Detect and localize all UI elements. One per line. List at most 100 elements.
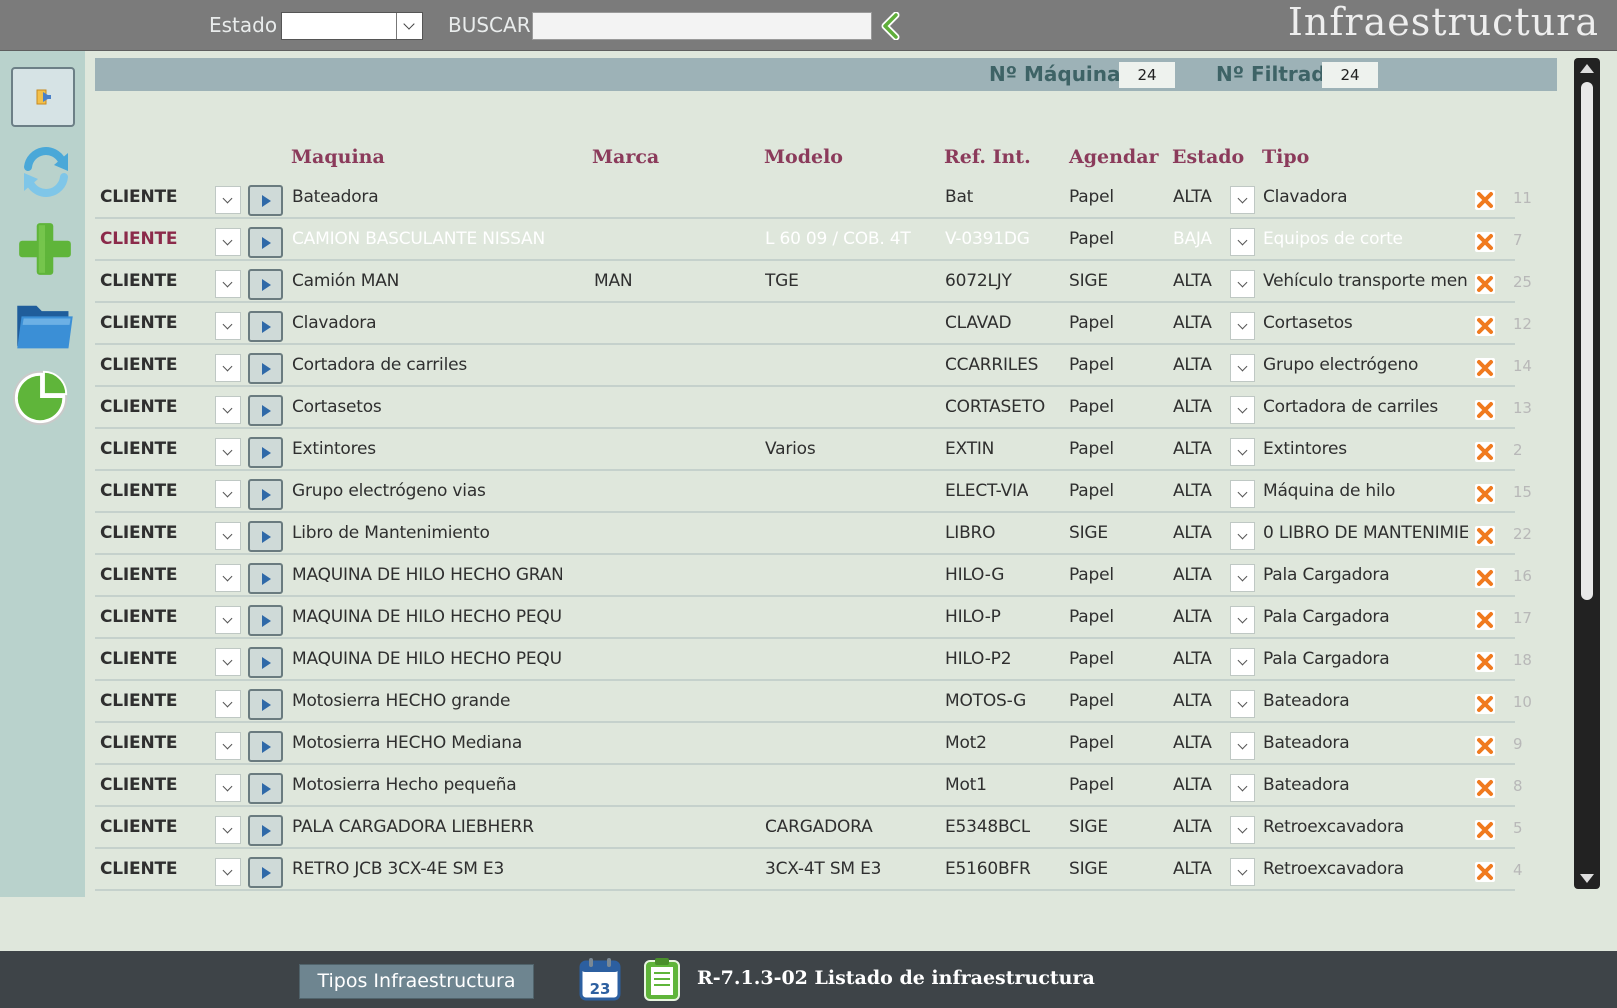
column-header-maquina[interactable]: Maquina — [291, 146, 385, 168]
table-row[interactable]: CLIENTE Grupo electrógeno vias ELECT-VIA Pa… — [95, 471, 1532, 513]
vertical-scrollbar[interactable] — [1574, 58, 1600, 889]
open-record-play-icon[interactable] — [248, 605, 283, 636]
row-dropdown-chevron-down-icon[interactable] — [215, 522, 241, 550]
estado-dropdown-chevron-down-icon[interactable] — [1230, 438, 1255, 466]
row-dropdown-chevron-down-icon[interactable] — [215, 228, 241, 256]
refresh-icon[interactable] — [14, 141, 78, 201]
row-dropdown-chevron-down-icon[interactable] — [215, 732, 241, 760]
column-header-agendar[interactable]: Agendar — [1069, 146, 1159, 168]
open-record-play-icon[interactable] — [248, 773, 283, 804]
open-record-play-icon[interactable] — [248, 395, 283, 426]
open-record-play-icon[interactable] — [248, 563, 283, 594]
estado-dropdown-chevron-down-icon[interactable] — [1230, 732, 1255, 760]
column-header-marca[interactable]: Marca — [592, 146, 659, 168]
row-dropdown-chevron-down-icon[interactable] — [215, 606, 241, 634]
delete-x-icon[interactable] — [1475, 316, 1495, 336]
open-record-play-icon[interactable] — [248, 815, 283, 846]
scroll-down-icon[interactable] — [1580, 874, 1594, 883]
column-header-modelo[interactable]: Modelo — [764, 146, 843, 168]
delete-x-icon[interactable] — [1475, 358, 1495, 378]
estado-dropdown-chevron-down-icon[interactable] — [1230, 774, 1255, 802]
table-row[interactable]: CLIENTE MAQUINA DE HILO HECHO PEQUE HILO-P… — [95, 597, 1532, 639]
exit-button[interactable] — [11, 67, 75, 127]
table-row[interactable]: CLIENTE Libro de Mantenimiento LIBRO SIGE AL… — [95, 513, 1532, 555]
tipos-infraestructura-button[interactable]: Tipos Infraestructura — [299, 964, 534, 999]
open-record-play-icon[interactable] — [248, 437, 283, 468]
open-record-play-icon[interactable] — [248, 857, 283, 888]
row-dropdown-chevron-down-icon[interactable] — [215, 312, 241, 340]
open-record-play-icon[interactable] — [248, 479, 283, 510]
column-header-ref[interactable]: Ref. Int. — [944, 146, 1031, 168]
row-dropdown-chevron-down-icon[interactable] — [215, 480, 241, 508]
open-record-play-icon[interactable] — [248, 521, 283, 552]
open-record-play-icon[interactable] — [248, 731, 283, 762]
column-header-estado[interactable]: Estado — [1172, 146, 1244, 168]
delete-x-icon[interactable] — [1475, 274, 1495, 294]
row-dropdown-chevron-down-icon[interactable] — [215, 774, 241, 802]
estado-dropdown-chevron-down-icon[interactable] — [1230, 354, 1255, 382]
folder-icon[interactable] — [13, 296, 77, 356]
estado-dropdown-chevron-down-icon[interactable] — [1230, 186, 1255, 214]
delete-x-icon[interactable] — [1475, 778, 1495, 798]
table-row[interactable]: CLIENTE Camión MAN MAN TGE 6072LJY SIGE ALTA Ve… — [95, 261, 1532, 303]
delete-x-icon[interactable] — [1475, 694, 1495, 714]
delete-x-icon[interactable] — [1475, 400, 1495, 420]
delete-x-icon[interactable] — [1475, 190, 1495, 210]
table-row[interactable]: CLIENTE RETRO JCB 3CX-4E SM E3 3CX-4T SM E… — [95, 849, 1522, 891]
delete-x-icon[interactable] — [1475, 736, 1495, 756]
table-row[interactable]: CLIENTE Bateadora Bat Papel ALTA Clavadora 11 — [95, 177, 1532, 219]
estado-dropdown-chevron-down-icon[interactable] — [1230, 270, 1255, 298]
row-dropdown-chevron-down-icon[interactable] — [215, 186, 241, 214]
chevron-down-icon[interactable] — [396, 13, 422, 39]
row-dropdown-chevron-down-icon[interactable] — [215, 354, 241, 382]
estado-dropdown-chevron-down-icon[interactable] — [1230, 480, 1255, 508]
delete-x-icon[interactable] — [1475, 652, 1495, 672]
row-dropdown-chevron-down-icon[interactable] — [215, 564, 241, 592]
estado-dropdown-chevron-down-icon[interactable] — [1230, 816, 1255, 844]
table-row[interactable]: CLIENTE Cortasetos CORTASETO Papel ALTA Corta… — [95, 387, 1532, 429]
estado-dropdown-chevron-down-icon[interactable] — [1230, 312, 1255, 340]
delete-x-icon[interactable] — [1475, 232, 1495, 252]
table-row[interactable]: CLIENTE MAQUINA DE HILO HECHO PEQUE HILO-P… — [95, 639, 1532, 681]
estado-dropdown-chevron-down-icon[interactable] — [1230, 396, 1255, 424]
table-row[interactable]: CLIENTE Motosierra HECHO Mediana Mot2 Papel… — [95, 723, 1522, 765]
column-header-tipo[interactable]: Tipo — [1262, 146, 1309, 168]
back-arrow-icon[interactable] — [878, 12, 904, 40]
table-row[interactable]: CLIENTE Motosierra HECHO grande MOTOS-G Pap… — [95, 681, 1532, 723]
row-dropdown-chevron-down-icon[interactable] — [215, 858, 241, 886]
table-row[interactable]: CLIENTE Cortadora de carriles CCARRILES Pap… — [95, 345, 1532, 387]
open-record-play-icon[interactable] — [248, 227, 283, 258]
row-dropdown-chevron-down-icon[interactable] — [215, 690, 241, 718]
estado-dropdown-chevron-down-icon[interactable] — [1230, 858, 1255, 886]
table-row[interactable]: CLIENTE Extintores Varios EXTIN Papel ALTA Ext… — [95, 429, 1522, 471]
estado-select[interactable] — [281, 12, 423, 40]
estado-dropdown-chevron-down-icon[interactable] — [1230, 648, 1255, 676]
row-dropdown-chevron-down-icon[interactable] — [215, 648, 241, 676]
open-record-play-icon[interactable] — [248, 647, 283, 678]
scroll-up-icon[interactable] — [1580, 64, 1594, 73]
delete-x-icon[interactable] — [1475, 820, 1495, 840]
table-row[interactable]: CLIENTE MAQUINA DE HILO HECHO GRAN HILO-G P… — [95, 555, 1532, 597]
pie-chart-icon[interactable] — [10, 367, 74, 427]
calendar-icon[interactable]: 23 — [578, 956, 622, 1002]
clipboard-icon[interactable] — [640, 956, 684, 1002]
table-row[interactable]: CLIENTE Clavadora CLAVAD Papel ALTA Cortaseto… — [95, 303, 1532, 345]
delete-x-icon[interactable] — [1475, 484, 1495, 504]
table-row[interactable]: CLIENTE CAMION BASCULANTE NISSAN L 60 09 /… — [95, 219, 1522, 261]
open-record-play-icon[interactable] — [248, 353, 283, 384]
estado-dropdown-chevron-down-icon[interactable] — [1230, 564, 1255, 592]
table-row[interactable]: CLIENTE PALA CARGADORA LIEBHERR CARGADORA E… — [95, 807, 1522, 849]
add-icon[interactable] — [13, 219, 77, 279]
delete-x-icon[interactable] — [1475, 526, 1495, 546]
search-input[interactable] — [532, 12, 872, 40]
open-record-play-icon[interactable] — [248, 269, 283, 300]
delete-x-icon[interactable] — [1475, 442, 1495, 462]
estado-dropdown-chevron-down-icon[interactable] — [1230, 606, 1255, 634]
row-dropdown-chevron-down-icon[interactable] — [215, 270, 241, 298]
delete-x-icon[interactable] — [1475, 568, 1495, 588]
delete-x-icon[interactable] — [1475, 862, 1495, 882]
open-record-play-icon[interactable] — [248, 689, 283, 720]
table-row[interactable]: CLIENTE Motosierra Hecho pequeña Mot1 Papel… — [95, 765, 1522, 807]
open-record-play-icon[interactable] — [248, 311, 283, 342]
row-dropdown-chevron-down-icon[interactable] — [215, 396, 241, 424]
